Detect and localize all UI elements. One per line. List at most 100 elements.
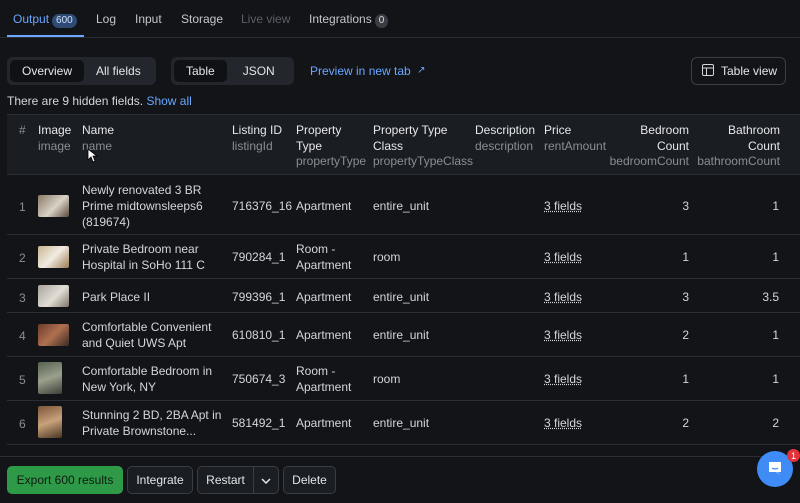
property-type: Apartment <box>296 328 352 342</box>
listing-name: Comfortable Bedroom in New York, NY <box>82 364 213 394</box>
property-type-class: entire_unit <box>373 199 430 213</box>
chevron-down-icon <box>261 473 271 487</box>
bedroom-count: 2 <box>682 328 689 342</box>
bedroom-count: 3 <box>682 290 689 304</box>
col-header-price: Price rentAmount <box>544 123 607 153</box>
listing-thumbnail[interactable] <box>38 285 69 307</box>
tab-storage-label: Storage <box>181 12 224 26</box>
bedroom-count: 1 <box>682 250 689 264</box>
listing-id: 716376_16 <box>232 199 293 213</box>
col-header-property-type: Property Type propertyType <box>296 123 367 168</box>
col-header-image: Image image <box>38 123 72 153</box>
tab-integrations[interactable]: Integrations 0 <box>309 12 389 28</box>
listing-id: 750674_3 <box>232 372 286 386</box>
all-fields-button[interactable]: All fields <box>84 60 153 82</box>
listing-id: 799396_1 <box>232 290 286 304</box>
property-type: Apartment <box>296 199 352 213</box>
col-header-listing-id: Listing ID listingId <box>232 123 283 153</box>
external-link-icon: ↗ <box>417 65 426 76</box>
listing-name: Private Bedroom near Hospital in SoHo 11… <box>82 242 205 272</box>
listing-thumbnail[interactable] <box>38 406 62 438</box>
price-fields-link[interactable]: 3 fields <box>544 327 582 343</box>
row-index: 4 <box>19 329 26 343</box>
price-fields-link[interactable]: 3 fields <box>544 198 582 214</box>
row-index: 6 <box>19 417 26 431</box>
listing-id: 790284_1 <box>232 250 286 264</box>
listing-thumbnail[interactable] <box>38 362 62 394</box>
table-button[interactable]: Table <box>174 60 227 82</box>
hidden-fields-text: There are 9 hidden fields. <box>7 94 144 108</box>
price-fields-link[interactable]: 3 fields <box>544 415 582 431</box>
chat-notification-badge: 1 <box>787 449 800 462</box>
col-header-index: # <box>19 123 26 137</box>
table-row[interactable]: 6 Stunning 2 BD, 2BA Apt in Private Brow… <box>7 401 800 445</box>
listing-id: 581492_1 <box>232 416 286 430</box>
delete-button[interactable]: Delete <box>283 466 336 494</box>
tab-input[interactable]: Input <box>135 12 162 26</box>
property-type: Apartment <box>296 290 352 304</box>
tab-live-view[interactable]: Live view <box>241 12 290 26</box>
row-index: 1 <box>19 200 26 214</box>
bedroom-count: 1 <box>682 372 689 386</box>
chat-icon <box>767 460 783 479</box>
property-type-class: entire_unit <box>373 290 430 304</box>
price-fields-link[interactable]: 3 fields <box>544 371 582 387</box>
row-index: 3 <box>19 291 26 305</box>
tab-bar: Output 600 Log Input Storage Live view In… <box>0 0 800 38</box>
listing-thumbnail[interactable] <box>38 195 69 217</box>
mouse-cursor-icon <box>87 148 99 166</box>
tab-storage[interactable]: Storage <box>181 12 223 26</box>
tab-output[interactable]: Output 600 <box>13 12 77 28</box>
preview-link[interactable]: Preview in new tab ↗ <box>310 64 425 78</box>
bathroom-count: 2 <box>772 416 779 430</box>
table-header: # Image image Name name Listing ID listingI… <box>7 115 800 175</box>
tab-output-label: Output <box>13 12 50 26</box>
json-button[interactable]: JSON <box>227 60 291 82</box>
overview-button[interactable]: Overview <box>10 60 85 82</box>
tab-integrations-label: Integrations <box>309 12 372 26</box>
col-header-property-type-class: Property Type Class propertyTypeClass <box>373 123 474 168</box>
table-row[interactable]: 1 Newly renovated 3 BR Prime midtownslee… <box>7 176 800 235</box>
listing-thumbnail[interactable] <box>38 324 69 346</box>
view-mode-toggle: Overview All fields <box>7 57 156 85</box>
bedroom-count: 3 <box>682 199 689 213</box>
table-row[interactable]: 5 Comfortable Bedroom in New York, NY 75… <box>7 357 800 401</box>
restart-options-button[interactable] <box>253 466 279 494</box>
table-row[interactable]: 4 Comfortable Convenient and Quiet UWS A… <box>7 313 800 357</box>
listing-thumbnail[interactable] <box>38 246 69 268</box>
price-fields-link[interactable]: 3 fields <box>544 289 582 305</box>
table-icon <box>702 63 714 79</box>
show-all-link[interactable]: Show all <box>146 94 191 108</box>
preview-link-label: Preview in new tab <box>310 64 411 78</box>
table-view-label: Table view <box>721 64 778 78</box>
hidden-fields-note: There are 9 hidden fields. Show all <box>7 94 192 108</box>
table-row[interactable]: 3 Park Place II 799396_1 Apartment entir… <box>7 279 800 313</box>
format-toggle: Table JSON <box>171 57 294 85</box>
bathroom-count: 1 <box>772 250 779 264</box>
integrate-button[interactable]: Integrate <box>127 466 193 494</box>
listing-name: Stunning 2 BD, 2BA Apt in Private Browns… <box>82 408 222 438</box>
price-fields-link[interactable]: 3 fields <box>544 249 582 265</box>
bathroom-count: 1 <box>772 199 779 213</box>
table-view-button[interactable]: Table view <box>691 57 786 85</box>
tab-log[interactable]: Log <box>96 12 116 26</box>
tab-output-count: 600 <box>52 14 77 28</box>
row-index: 2 <box>19 251 26 265</box>
col-header-bathroom-count: Bathroom Count bathroomCount <box>697 123 780 168</box>
col-header-bedroom-count: Bedroom Count bedroomCount <box>609 123 689 168</box>
property-type-class: entire_unit <box>373 328 430 342</box>
table-row[interactable]: 2 Private Bedroom near Hospital in SoHo … <box>7 235 800 279</box>
restart-button[interactable]: Restart <box>197 466 254 494</box>
active-tab-indicator <box>7 35 84 37</box>
col-header-description: Description description <box>475 123 536 153</box>
bathroom-count: 1 <box>772 372 779 386</box>
listing-id: 610810_1 <box>232 328 286 342</box>
property-type: Room - Apartment <box>296 364 352 394</box>
bedroom-count: 2 <box>682 416 689 430</box>
listing-name: Park Place II <box>82 290 151 304</box>
export-button[interactable]: Export 600 results <box>7 466 123 494</box>
property-type-class: room <box>373 372 401 386</box>
listing-name: Comfortable Convenient and Quiet UWS Apt <box>82 320 212 350</box>
row-index: 5 <box>19 373 26 387</box>
tab-log-label: Log <box>96 12 117 26</box>
